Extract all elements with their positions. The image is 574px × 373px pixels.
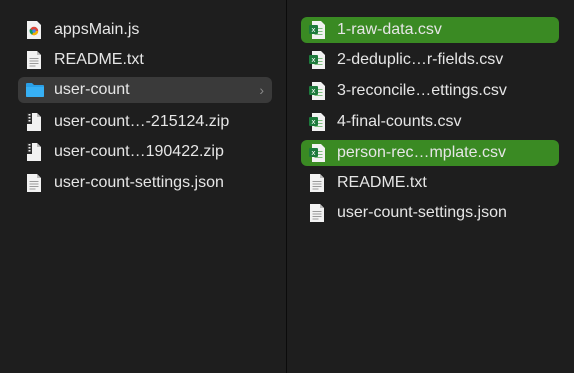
file-item-settings-json[interactable]: user-count-settings.json xyxy=(18,170,272,196)
file-item-readme-txt-right[interactable]: README.txt xyxy=(301,170,559,196)
zip-file-icon xyxy=(26,143,42,161)
file-item-label: user-count-settings.json xyxy=(337,204,507,221)
svg-text:x: x xyxy=(311,149,315,157)
file-item-settings-json-right[interactable]: user-count-settings.json xyxy=(301,200,559,226)
file-item-label: user-count-settings.json xyxy=(54,174,224,191)
file-item-label: README.txt xyxy=(54,51,144,68)
file-item-2-deduplic-csv[interactable]: x 2-deduplic…r-fields.csv xyxy=(301,47,559,73)
csv-file-icon: x xyxy=(309,82,325,100)
file-item-label: user-count…190422.zip xyxy=(54,143,224,160)
file-item-label: 4-final-counts.csv xyxy=(337,113,462,130)
file-item-label: 1-raw-data.csv xyxy=(337,21,442,38)
text-file-icon xyxy=(309,174,325,192)
file-item-zip-1[interactable]: user-count…-215124.zip xyxy=(18,109,272,135)
folder-item-user-count[interactable]: user-count › xyxy=(18,77,272,103)
svg-text:x: x xyxy=(311,26,315,34)
csv-file-icon: x xyxy=(309,21,325,39)
file-item-label: 3-reconcile…ettings.csv xyxy=(337,82,507,99)
file-item-3-reconcile-csv[interactable]: x 3-reconcile…ettings.csv xyxy=(301,78,559,104)
json-file-icon xyxy=(309,204,325,222)
file-item-person-rec-csv[interactable]: x person-rec…mplate.csv xyxy=(301,140,559,166)
file-item-label: appsMain.js xyxy=(54,21,140,38)
csv-file-icon: x xyxy=(309,144,325,162)
file-item-appsmain-js[interactable]: appsMain.js xyxy=(18,17,272,43)
file-item-label: user-count…-215124.zip xyxy=(54,113,230,130)
file-item-label: README.txt xyxy=(337,174,427,191)
folder-item-label: user-count xyxy=(54,81,130,98)
folder-icon xyxy=(26,81,44,99)
file-item-label: 2-deduplic…r-fields.csv xyxy=(337,51,504,68)
svg-text:x: x xyxy=(311,87,315,95)
svg-text:x: x xyxy=(311,56,315,64)
text-file-icon xyxy=(26,51,42,69)
file-item-1-raw-data-csv[interactable]: x 1-raw-data.csv xyxy=(301,17,559,43)
file-item-zip-2[interactable]: user-count…190422.zip xyxy=(18,139,272,165)
file-item-4-final-counts-csv[interactable]: x 4-final-counts.csv xyxy=(301,109,559,135)
js-file-icon xyxy=(26,21,42,39)
zip-file-icon xyxy=(26,113,42,131)
file-item-label: person-rec…mplate.csv xyxy=(337,144,506,161)
svg-text:x: x xyxy=(311,118,315,126)
csv-file-icon: x xyxy=(309,113,325,131)
file-item-readme-txt[interactable]: README.txt xyxy=(18,47,272,73)
right-column: x 1-raw-data.csv x 2-deduplic…r-fields.c… xyxy=(287,0,574,373)
csv-file-icon: x xyxy=(309,51,325,69)
chevron-right-icon: › xyxy=(259,82,264,98)
left-column: appsMain.js README.txt user-count › user… xyxy=(0,0,287,373)
json-file-icon xyxy=(26,174,42,192)
finder-window: appsMain.js README.txt user-count › user… xyxy=(0,0,574,373)
